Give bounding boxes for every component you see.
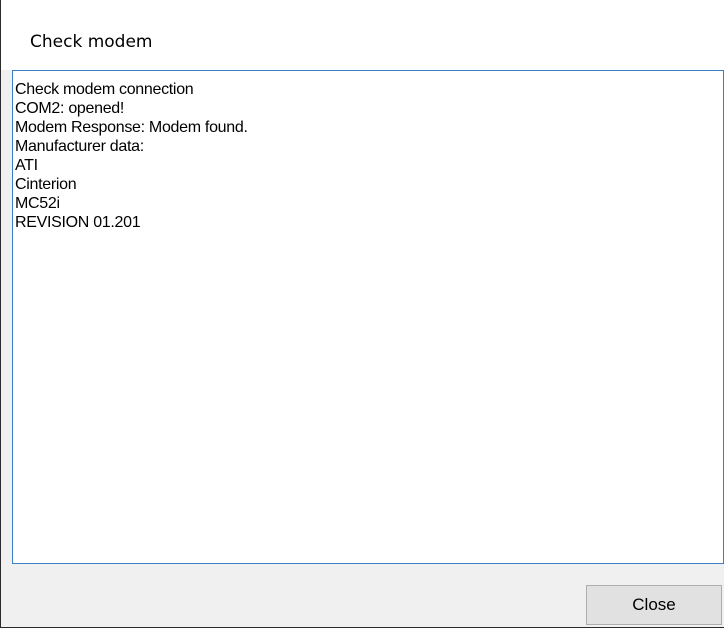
title-bar[interactable]: Check modem (1, 0, 724, 70)
log-line: Cinterion (15, 176, 77, 193)
log-output-box[interactable]: Check modem connection COM2: opened! Mod… (12, 70, 724, 564)
log-line: REVISION 01.201 (15, 214, 141, 231)
log-line: MC52i (15, 195, 60, 212)
window-title: Check modem (30, 32, 153, 52)
dialog-body: Check modem connection COM2: opened! Mod… (1, 70, 724, 627)
log-line: Manufacturer data: (15, 138, 144, 155)
log-line: COM2: opened! (15, 100, 125, 117)
close-button[interactable]: Close (586, 585, 722, 625)
check-modem-dialog: Check modem Check modem connection COM2:… (0, 0, 724, 628)
log-line: ATI (15, 157, 38, 174)
log-line: Check modem connection (15, 81, 194, 98)
log-line: Modem Response: Modem found. (15, 119, 248, 136)
log-lines: Check modem connection COM2: opened! Mod… (15, 80, 248, 232)
